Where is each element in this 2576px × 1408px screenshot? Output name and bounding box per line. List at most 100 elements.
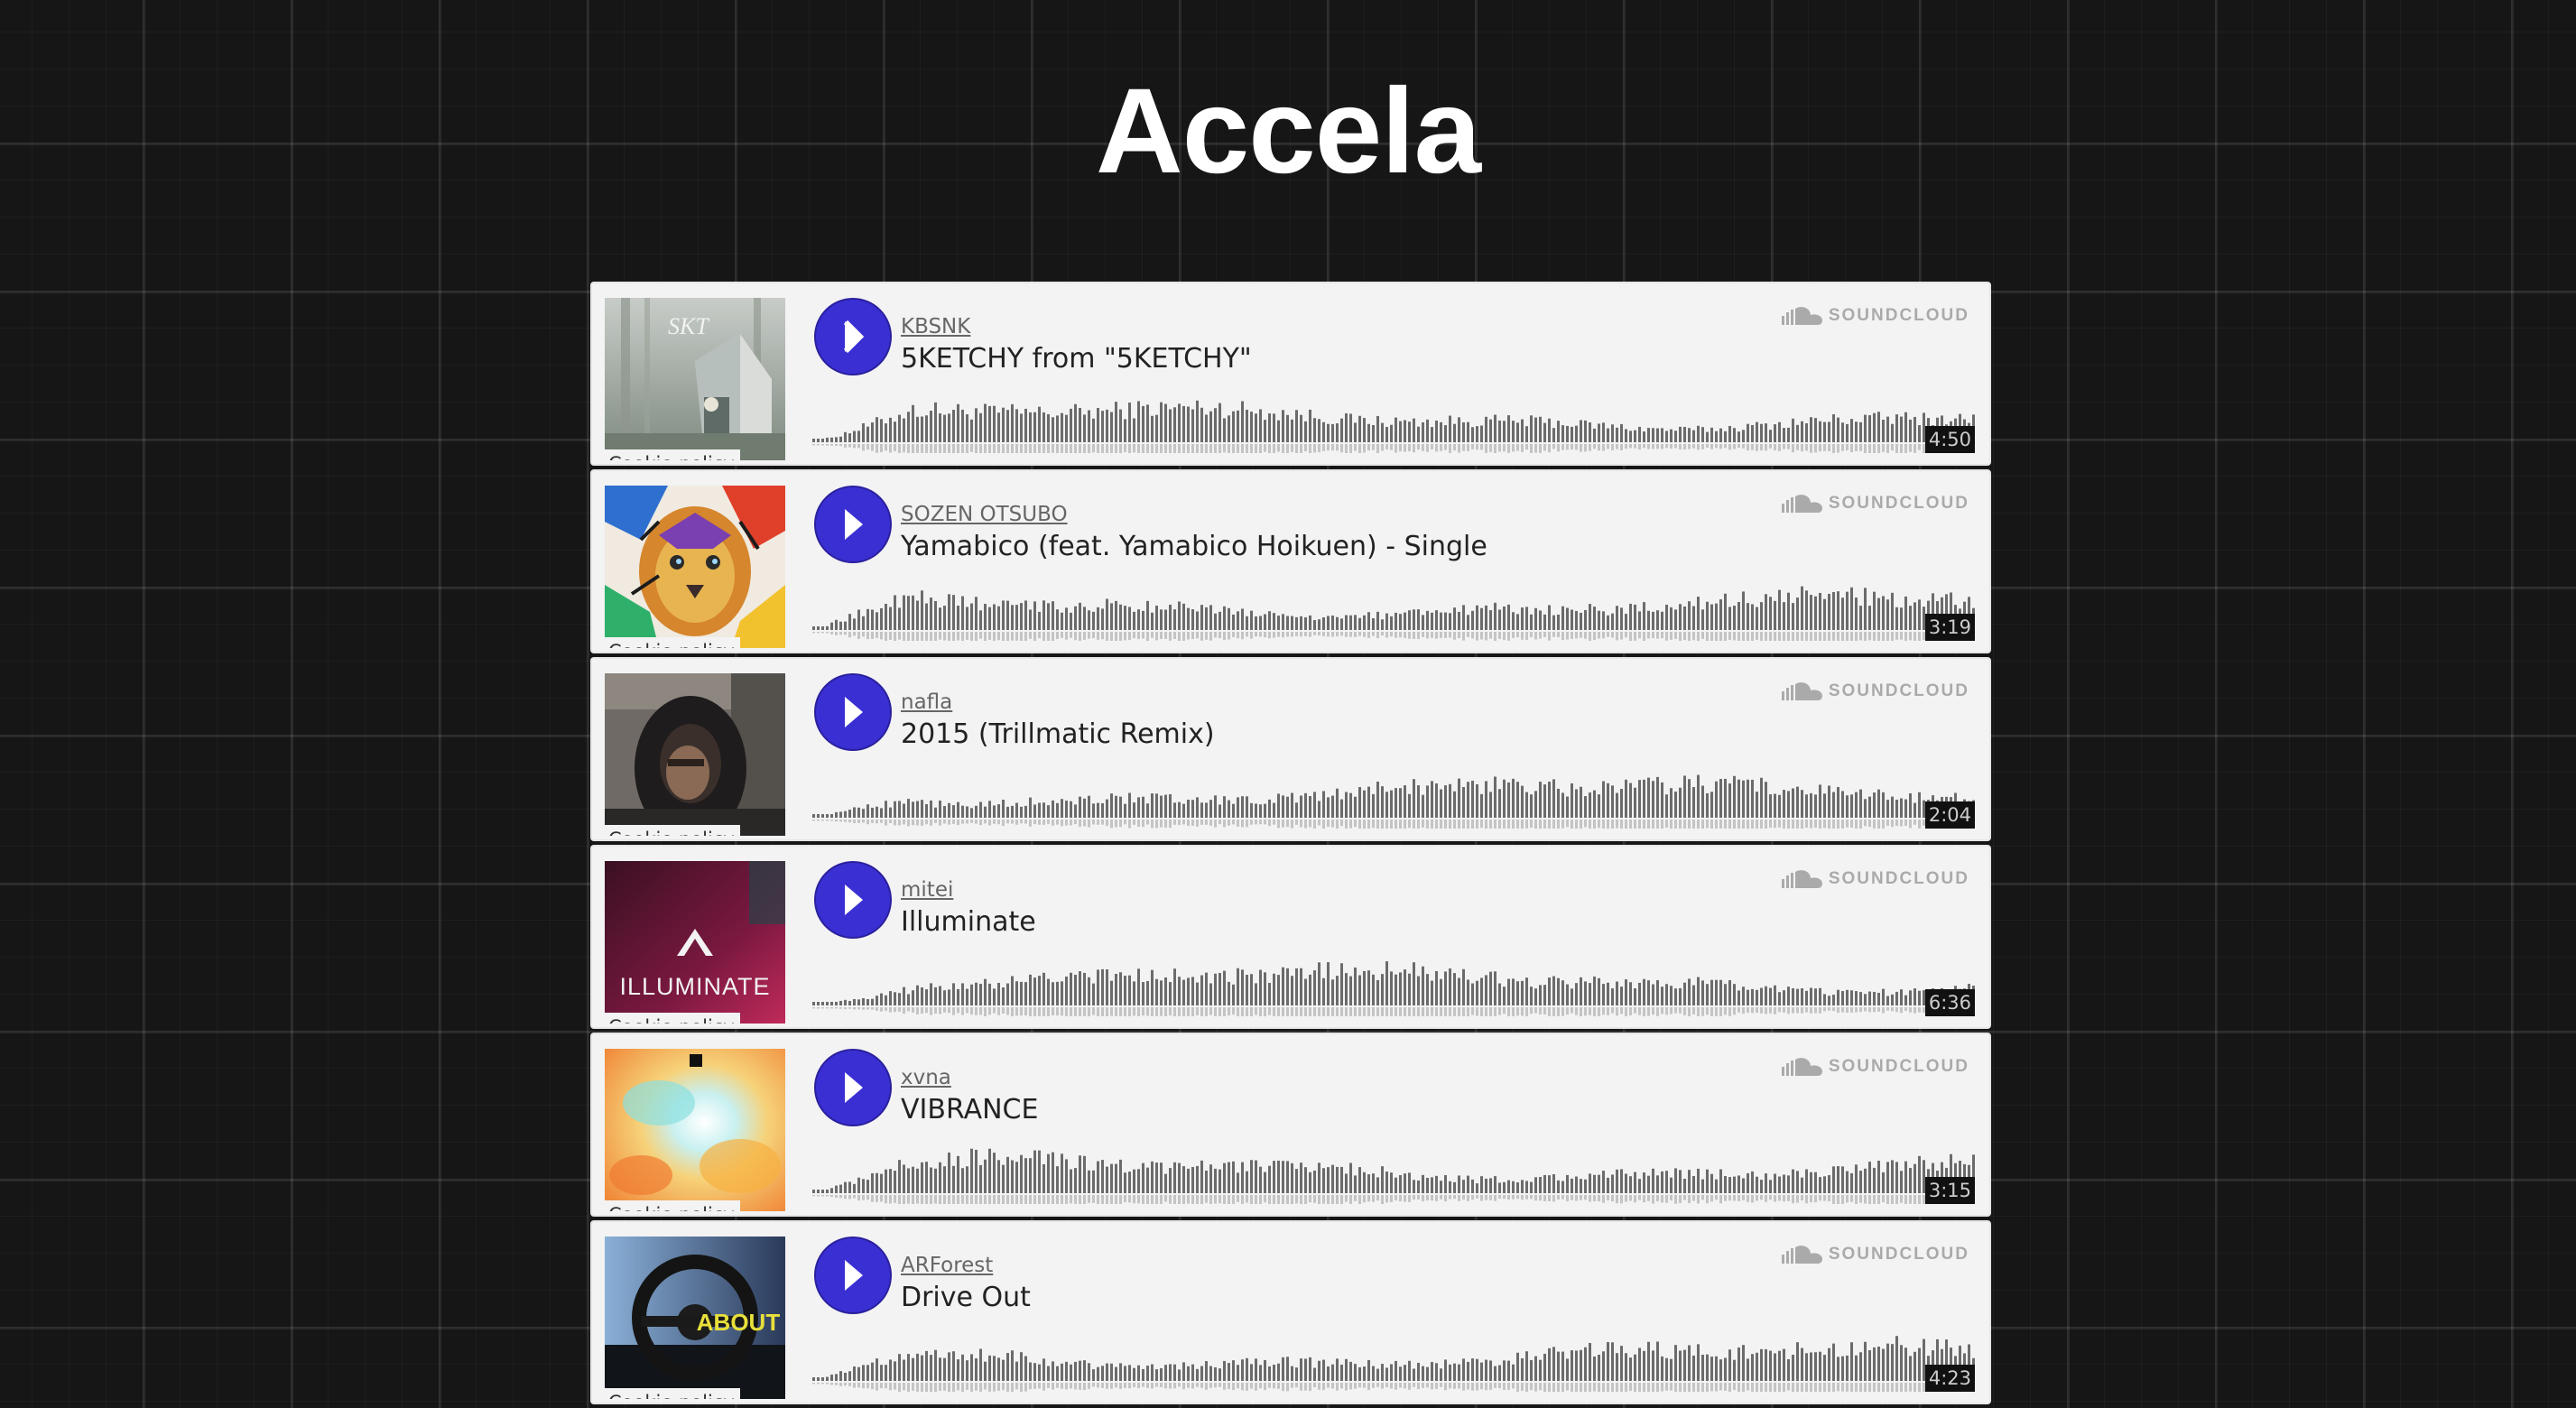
waveform-bar [1431,1177,1433,1193]
cookie-policy-link[interactable]: Cookie policy [605,1013,740,1024]
soundcloud-logo[interactable]: SOUNDCLOUD [1781,493,1969,514]
track-title-link[interactable]: Illuminate [901,904,1036,940]
waveform-reflection [1020,1195,1023,1204]
waveform-bar [1295,802,1298,818]
cookie-policy-link[interactable]: Cookie policy [605,1200,740,1211]
soundcloud-logo[interactable]: SOUNDCLOUD [1781,868,1969,890]
waveform-bar [1814,418,1817,442]
waveform-reflection [1250,820,1253,825]
play-button[interactable] [814,486,892,563]
waveform-bar [1164,609,1167,630]
track-artwork[interactable]: Cookie policy [605,486,785,648]
waveform-reflection [993,1007,996,1014]
track-title-link[interactable]: VIBRANCE [901,1092,1038,1128]
track-artwork[interactable]: Cookie policy [605,673,785,836]
play-button[interactable] [814,1237,892,1314]
waveform[interactable] [811,762,1978,839]
waveform-reflection [830,1195,833,1197]
waveform[interactable] [811,1325,1978,1403]
track-title-link[interactable]: 5KETCHY from "5KETCHY" [901,341,1252,377]
waveform-bar [1431,781,1433,818]
waveform-bar [1255,1160,1257,1193]
waveform-reflection [1561,1007,1564,1016]
cookie-policy-link[interactable]: Cookie policy [605,637,740,648]
artist-link[interactable]: ARForest [901,1253,993,1278]
waveform-reflection [1710,1383,1713,1392]
waveform-bar [1417,1180,1420,1193]
waveform-bar [1895,1336,1898,1381]
waveform-bar [1683,982,1686,1005]
artist-link[interactable]: nafla [901,690,952,715]
soundcloud-logo[interactable]: SOUNDCLOUD [1781,681,1969,702]
waveform-reflection [961,1195,964,1204]
cookie-policy-link[interactable]: Cookie policy [605,449,740,460]
waveform-bar [1521,419,1524,442]
waveform-bar [894,421,896,442]
waveform-reflection [1133,632,1135,639]
waveform-bar [970,603,973,630]
waveform-bar [934,1349,937,1381]
waveform-bar [957,606,959,630]
waveform-bar [1155,606,1158,630]
waveform-bar [1435,420,1438,442]
waveform-bar [1173,609,1176,630]
waveform-reflection [1146,1007,1149,1016]
cookie-policy-link[interactable]: Cookie policy [605,825,740,836]
waveform-bar [952,1165,955,1193]
track-artwork[interactable]: ABOUT Cookie policy [605,1237,785,1399]
waveform-bar [1038,976,1041,1005]
waveform-reflection [1530,1195,1533,1200]
track-title-link[interactable]: 2015 (Trillmatic Remix) [901,717,1215,753]
waveform-bar [1710,1173,1713,1193]
play-button[interactable] [814,673,892,751]
waveform-reflection [1088,1383,1090,1389]
artist-link[interactable]: SOZEN OTSUBO [901,502,1068,527]
waveform-bar [1196,400,1199,442]
waveform-bar [1575,1350,1578,1381]
waveform[interactable] [811,574,1978,652]
waveform-reflection [1724,632,1727,641]
waveform-bar [1097,969,1099,1005]
waveform[interactable] [811,386,1978,464]
waveform-bar [1611,785,1614,818]
waveform-reflection [1282,632,1284,638]
soundcloud-logo[interactable]: SOUNDCLOUD [1781,305,1969,327]
track-title-link[interactable]: Yamabico (feat. Yamabico Hoikuen) - Sing… [901,529,1487,565]
waveform-bar [1300,1358,1302,1381]
artist-link[interactable]: xvna [901,1065,951,1090]
waveform[interactable] [811,1137,1978,1215]
waveform-reflection [1074,1195,1077,1204]
waveform-reflection [1259,444,1262,453]
waveform-bar [1543,1353,1546,1381]
waveform-reflection [1471,444,1474,449]
cookie-policy-link[interactable]: Cookie policy [605,1388,740,1399]
waveform-reflection [821,444,824,446]
waveform-reflection [1507,1007,1510,1016]
waveform-bar [1097,1161,1099,1193]
waveform-bar [1498,1182,1501,1193]
waveform[interactable] [811,949,1978,1027]
track-title-link[interactable]: Drive Out [901,1280,1031,1316]
waveform-bar [1521,785,1524,818]
soundcloud-logo[interactable]: SOUNDCLOUD [1781,1056,1969,1078]
track-artwork[interactable]: Cookie policy [605,1049,785,1211]
track-artwork[interactable]: SKT Cookie policy [605,298,785,460]
soundcloud-logo[interactable]: SOUNDCLOUD [1781,1244,1969,1265]
waveform-reflection [1309,632,1311,637]
waveform-bar [1137,797,1140,818]
play-button[interactable] [814,861,892,939]
artist-link[interactable]: mitei [901,877,953,903]
waveform-bar [1873,1167,1876,1193]
artist-link[interactable]: KBSNK [901,314,970,339]
waveform-reflection [1828,632,1830,641]
waveform-reflection [1286,444,1289,453]
play-button[interactable] [814,298,892,375]
waveform-reflection [1774,632,1776,641]
waveform-bar [821,1002,824,1005]
waveform-reflection [1214,1195,1217,1204]
waveform-reflection [1340,1383,1343,1389]
track-artwork[interactable]: ILLUMINATE Cookie policy [605,861,785,1024]
play-button[interactable] [814,1049,892,1126]
waveform-bar [1539,416,1542,442]
waveform-reflection [1246,1383,1248,1391]
